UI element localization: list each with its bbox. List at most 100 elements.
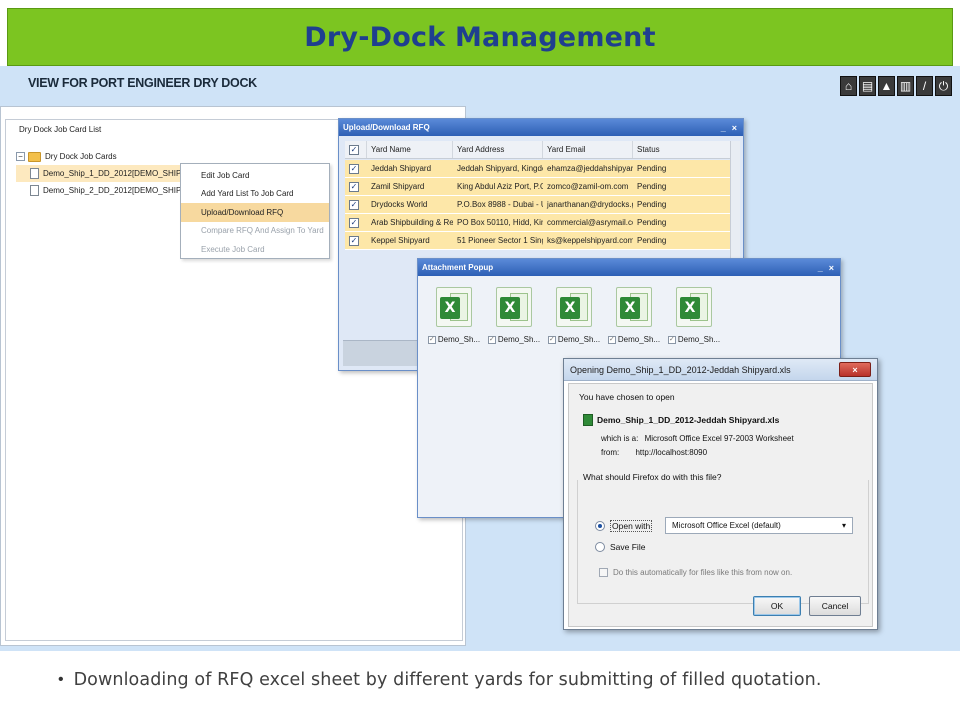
table-row[interactable]: ✓ Keppel Shipyard 51 Pioneer Sector 1 Si… [345,232,735,250]
attachment-popup-titlebar[interactable]: Attachment Popup _ × [418,259,840,276]
excel-file-icon[interactable]: X [676,287,712,327]
excel-file-icon[interactable]: X [496,287,532,327]
attachment-label: Demo_Sh... [437,335,481,344]
menu-item-add-yard-list[interactable]: Add Yard List To Job Card [181,185,329,204]
dialog-filename: Demo_Ship_1_DD_2012-Jeddah Shipyard.xls [597,415,780,425]
menu-item-edit-job-card[interactable]: Edit Job Card [181,166,329,185]
yard-address-cell: Jeddah Shipyard, Kingdor [457,164,543,173]
excel-file-icon[interactable]: X [556,287,592,327]
row-checkbox[interactable]: ✓ [349,217,359,228]
save-file-option[interactable]: Save File [595,542,645,552]
close-icon[interactable]: × [732,123,737,133]
select-all-checkbox[interactable]: ✓ [349,144,359,155]
header-banner: Dry-Dock Management [7,8,953,66]
print-icon[interactable]: ▤ [859,76,876,96]
power-icon[interactable]: ⏻ [935,76,952,96]
select-all-cell: ✓ [345,141,367,158]
minimize-icon[interactable]: _ [721,123,726,133]
tree-item-ship-2[interactable]: Demo_Ship_2_DD_2012[DEMO_SHIP_ [16,182,191,199]
file-open-dialog-titlebar[interactable]: Opening Demo_Ship_1_DD_2012-Jeddah Shipy… [564,359,877,381]
save-file-label: Save File [610,542,646,552]
attachment-item[interactable]: X ✓ Demo_Sh... [667,287,721,344]
file-type-value: Microsoft Office Excel 97-2003 Worksheet [644,434,794,443]
attachment-checkbox[interactable]: ✓ [487,335,496,344]
collapse-icon[interactable]: − [16,152,25,161]
attachment-item[interactable]: X ✓ Demo_Sh... [427,287,481,344]
table-row[interactable]: ✓ Jeddah Shipyard Jeddah Shipyard, Kingd… [345,160,735,178]
toolbar: ⌂ ▤ ▲ ▥ / ⏻ [840,76,952,96]
page-title: Dry-Dock Management [304,21,656,53]
status-cell: Pending [637,200,667,209]
edit-icon[interactable]: / [916,76,933,96]
tree-item-label: Demo_Ship_2_DD_2012[DEMO_SHIP_ [43,186,186,195]
attachment-item[interactable]: X ✓ Demo_Sh... [487,287,541,344]
row-checkbox[interactable]: ✓ [349,181,359,192]
bullet-icon: • [58,671,64,688]
column-header[interactable]: Status [633,141,721,158]
minimize-icon[interactable]: _ [818,263,823,273]
file-type-label: which is a: [601,434,639,443]
file-source-value: http://localhost:8090 [635,448,708,457]
job-card-list-legend: Dry Dock Job Card List [16,125,105,134]
column-header[interactable]: Yard Address [453,141,543,158]
yard-name-cell: Arab Shipbuilding & Repai [371,218,453,227]
file-source-row: from: http://localhost:8090 [601,448,707,457]
document-icon[interactable]: ▥ [897,76,914,96]
open-with-value: Microsoft Office Excel (default) [672,521,781,530]
folder-icon [28,151,41,162]
dialog-file: Demo_Ship_1_DD_2012-Jeddah Shipyard.xls [583,414,779,426]
status-cell: Pending [637,218,667,227]
yard-email-cell: janarthanan@drydocks.g [547,200,633,209]
attachment-label: Demo_Sh... [497,335,541,344]
row-checkbox[interactable]: ✓ [349,199,359,210]
rfq-grid-header: ✓ Yard Name Yard Address Yard Email Stat… [345,141,735,159]
file-type-row: which is a: Microsoft Office Excel 97-20… [601,434,794,443]
attachment-checkbox[interactable]: ✓ [427,335,436,344]
column-header[interactable]: Yard Name [367,141,453,158]
tree-root[interactable]: − Dry Dock Job Cards [16,148,191,165]
save-file-radio[interactable] [595,542,605,552]
attachment-item[interactable]: X ✓ Demo_Sh... [547,287,601,344]
job-card-tree: − Dry Dock Job Cards Demo_Ship_1_DD_2012… [16,148,191,199]
auto-action-label: Do this automatically for files like thi… [613,568,793,577]
rfq-window-title: Upload/Download RFQ [343,123,430,132]
row-checkbox[interactable]: ✓ [349,163,359,174]
view-title: VIEW FOR PORT ENGINEER DRY DOCK [28,76,257,90]
yard-address-cell: P.O.Box 8988 - Dubai - UA [457,200,543,209]
close-icon[interactable]: × [839,362,871,377]
attachment-checkbox[interactable]: ✓ [607,335,616,344]
yard-email-cell: commercial@asrymail.cor [547,218,633,227]
attachment-checkbox[interactable]: ✓ [547,335,556,344]
attachment-label: Demo_Sh... [677,335,721,344]
menu-item-compare-rfq: Compare RFQ And Assign To Yard [201,226,324,236]
open-with-radio[interactable] [595,521,605,531]
table-row[interactable]: ✓ Zamil Shipyard King Abdul Aziz Port, P… [345,178,735,196]
home-icon[interactable]: ⌂ [840,76,857,96]
document-icon [30,185,39,196]
tree-item-ship-1[interactable]: Demo_Ship_1_DD_2012[DEMO_SHIP_ [16,165,191,182]
column-header[interactable]: Yard Email [543,141,633,158]
attachment-list: X ✓ Demo_Sh... X ✓ Demo_Sh... X ✓ Demo_Sh..… [427,287,721,344]
attachment-item[interactable]: X ✓ Demo_Sh... [607,287,660,344]
rfq-window-titlebar[interactable]: Upload/Download RFQ _ × [339,119,743,136]
open-with-label: Open with [610,520,653,532]
row-checkbox[interactable]: ✓ [349,235,359,246]
file-open-dialog-body: You have chosen to open Demo_Ship_1_DD_2… [568,383,873,627]
attachment-label: Demo_Sh... [557,335,601,344]
open-with-option[interactable]: Open with [595,520,653,532]
excel-file-icon[interactable]: X [436,287,472,327]
cancel-button[interactable]: Cancel [809,596,861,616]
table-row[interactable]: ✓ Arab Shipbuilding & Repai PO Box 50110… [345,214,735,232]
yard-address-cell: PO Box 50110, Hidd, Kingo [457,218,543,227]
ok-button[interactable]: OK [753,596,801,616]
status-cell: Pending [637,236,667,245]
close-icon[interactable]: × [829,263,834,273]
attachment-checkbox[interactable]: ✓ [667,335,676,344]
open-with-select[interactable]: Microsoft Office Excel (default) ▾ [665,517,853,534]
alert-icon[interactable]: ▲ [878,76,895,96]
table-row[interactable]: ✓ Drydocks World P.O.Box 8988 - Dubai - … [345,196,735,214]
yard-address-cell: King Abdul Aziz Port, P.O. [457,182,543,191]
menu-item-upload-download-rfq[interactable]: Upload/Download RFQ [181,203,329,222]
excel-file-icon[interactable]: X [616,287,652,327]
dialog-intro: You have chosen to open [579,392,675,402]
